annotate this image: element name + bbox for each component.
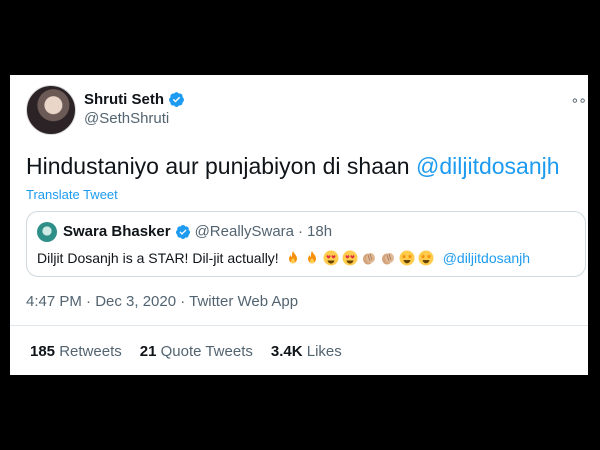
clapping-hands-emoji-icon [362, 253, 375, 265]
heart-eyes-emoji-icon [342, 250, 358, 266]
stat-count: 185 [30, 343, 56, 360]
tweet-stats: 185 Retweets 21 Quote Tweets 3.4K Likes [30, 343, 360, 360]
stat-label: Quote Tweets [160, 343, 253, 360]
quote-text: Diljit Dosanjh is a STAR! Dil-jit actual… [37, 250, 530, 266]
clapping-hands-emoji-icon [381, 253, 394, 265]
fire-emoji-icon [307, 251, 316, 264]
quote-separator: · [298, 223, 304, 240]
tweet-mention-link[interactable]: @diljitdosanjh [416, 153, 560, 179]
quoted-tweet[interactable]: Swara Bhasker @ReallySwara · 18h Diljit … [26, 211, 586, 277]
quote-header: Swara Bhasker @ReallySwara · 18h [63, 223, 332, 240]
stat-label: Retweets [59, 343, 122, 360]
tweet-text: Hindustaniyo aur punjabiyon di shaan @di… [26, 153, 560, 180]
author-avatar[interactable] [26, 85, 76, 135]
translate-tweet-link[interactable]: Translate Tweet [26, 187, 118, 202]
quote-author-avatar [37, 222, 57, 242]
star-struck-emoji-icon [418, 250, 434, 266]
author-block[interactable]: Shruti Seth @SethShruti [84, 91, 185, 127]
stat-retweets[interactable]: 185 Retweets [30, 343, 122, 360]
quote-mention-link[interactable]: @diljitdosanjh [443, 250, 530, 266]
verified-badge-icon [175, 224, 190, 239]
author-handle[interactable]: @SethShruti [84, 110, 185, 127]
tweet-timestamp[interactable]: 4:47 PM · Dec 3, 2020 · Twitter Web App [26, 293, 298, 310]
divider [10, 325, 588, 326]
stat-count: 3.4K [270, 343, 303, 360]
quote-author-handle: @ReallySwara [194, 223, 295, 240]
tweet-text-main: Hindustaniyo aur punjabiyon di shaan [26, 153, 410, 179]
quote-age: 18h [307, 223, 333, 240]
fire-emoji-icon [288, 251, 297, 264]
author-name[interactable]: Shruti Seth [84, 91, 164, 108]
quote-author-name: Swara Bhasker [63, 223, 171, 240]
verified-badge-icon [169, 92, 184, 107]
tweet-card: Shruti Seth @SethShruti ∘∘ Hindustaniyo … [10, 75, 588, 375]
quote-text-body: Diljit Dosanjh is a STAR! Dil-jit actual… [37, 250, 279, 266]
stat-count: 21 [139, 343, 157, 360]
stat-quote-tweets[interactable]: 21 Quote Tweets [140, 343, 253, 360]
more-options-icon[interactable]: ∘∘ [570, 93, 587, 109]
stat-likes[interactable]: 3.4K Likes [271, 343, 342, 360]
star-struck-emoji-icon [399, 250, 415, 266]
emoji-row [285, 250, 437, 266]
heart-eyes-emoji-icon [323, 250, 339, 266]
stat-label: Likes [306, 343, 342, 360]
